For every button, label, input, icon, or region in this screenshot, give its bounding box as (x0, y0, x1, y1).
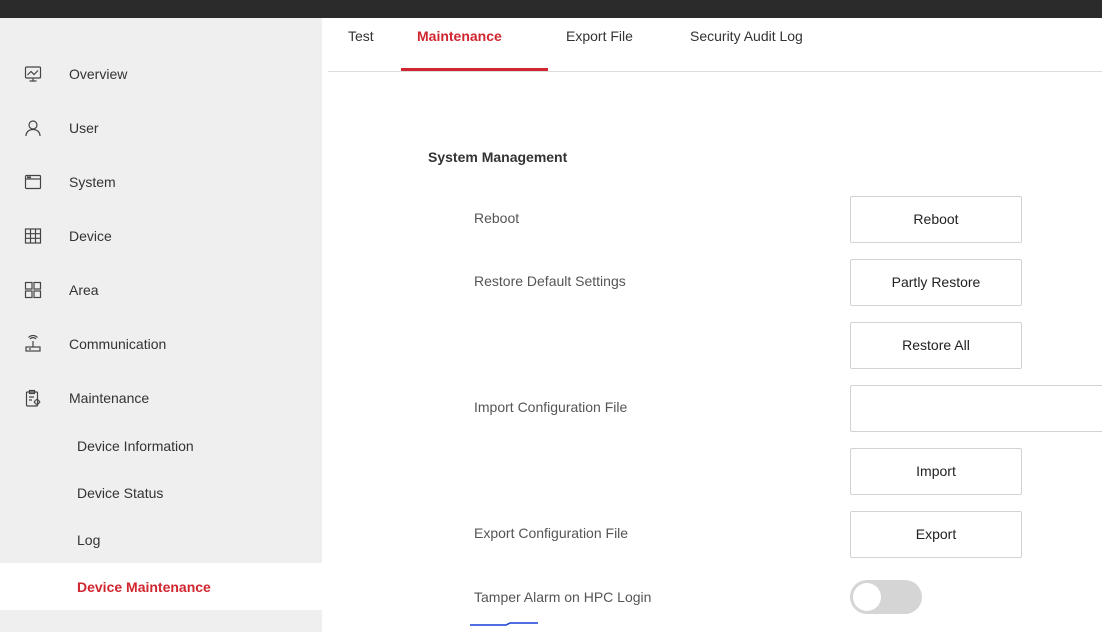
sidebar-item-label: User (69, 120, 99, 136)
sidebar-item-area[interactable]: Area (0, 263, 322, 317)
sidebar-item-label: Maintenance (69, 390, 150, 406)
restore-all-button[interactable]: Restore All (850, 322, 1022, 369)
device-grid-icon (24, 227, 42, 245)
communication-antenna-icon (24, 335, 42, 353)
restore-default-settings-label: Restore Default Settings (474, 273, 626, 289)
area-squares-icon (24, 281, 42, 299)
tab-export-file[interactable]: Export File (566, 28, 633, 44)
reboot-button[interactable]: Reboot (850, 196, 1022, 243)
sidebar-item-device[interactable]: Device (0, 209, 322, 263)
sidebar-subitem-device-information[interactable]: Device Information (0, 422, 322, 469)
tamper-alarm-toggle[interactable] (850, 580, 922, 614)
tab-security-audit-log[interactable]: Security Audit Log (690, 28, 803, 44)
toggle-knob (853, 583, 881, 611)
import-button[interactable]: Import (850, 448, 1022, 495)
maintenance-clipboard-icon (24, 389, 42, 407)
tamper-alarm-label: Tamper Alarm on HPC Login (474, 589, 652, 605)
sidebar-item-label: Communication (69, 336, 167, 352)
config-file-input[interactable] (850, 385, 1102, 432)
tab-test[interactable]: Test (348, 28, 374, 44)
focus-underline-mark (470, 622, 538, 626)
sidebar-item-label: Overview (69, 66, 128, 82)
sidebar-subitem-label: Device Status (77, 484, 164, 501)
sidebar-subitem-label: Device Information (77, 437, 194, 454)
top-bar (0, 0, 1102, 18)
export-button[interactable]: Export (850, 511, 1022, 558)
tab-divider (328, 71, 1102, 72)
export-configuration-file-label: Export Configuration File (474, 525, 629, 541)
sidebar-subitem-log[interactable]: Log (0, 516, 322, 563)
import-configuration-file-label: Import Configuration File (474, 399, 628, 415)
sidebar-subitem-device-status[interactable]: Device Status (0, 469, 322, 516)
sidebar-subitem-device-maintenance[interactable]: Device Maintenance (0, 563, 322, 610)
tab-maintenance[interactable]: Maintenance (417, 28, 502, 44)
sidebar-item-communication[interactable]: Communication (0, 317, 322, 371)
sidebar-item-label: Area (69, 282, 99, 298)
sidebar-item-maintenance[interactable]: Maintenance (0, 371, 322, 425)
overview-monitor-icon (24, 65, 42, 83)
sidebar-item-overview[interactable]: Overview (0, 47, 322, 101)
sidebar-subitem-label: Log (77, 531, 101, 548)
tab-bar (322, 18, 1102, 72)
user-icon (24, 119, 42, 137)
section-title: System Management (428, 149, 568, 165)
reboot-label: Reboot (474, 210, 520, 226)
system-window-icon (24, 173, 42, 191)
sidebar-item-label: System (69, 174, 116, 190)
sidebar-item-user[interactable]: User (0, 101, 322, 155)
partly-restore-button[interactable]: Partly Restore (850, 259, 1022, 306)
sidebar-subitem-label: Device Maintenance (77, 578, 211, 595)
sidebar-item-system[interactable]: System (0, 155, 322, 209)
sidebar-item-label: Device (69, 228, 112, 244)
